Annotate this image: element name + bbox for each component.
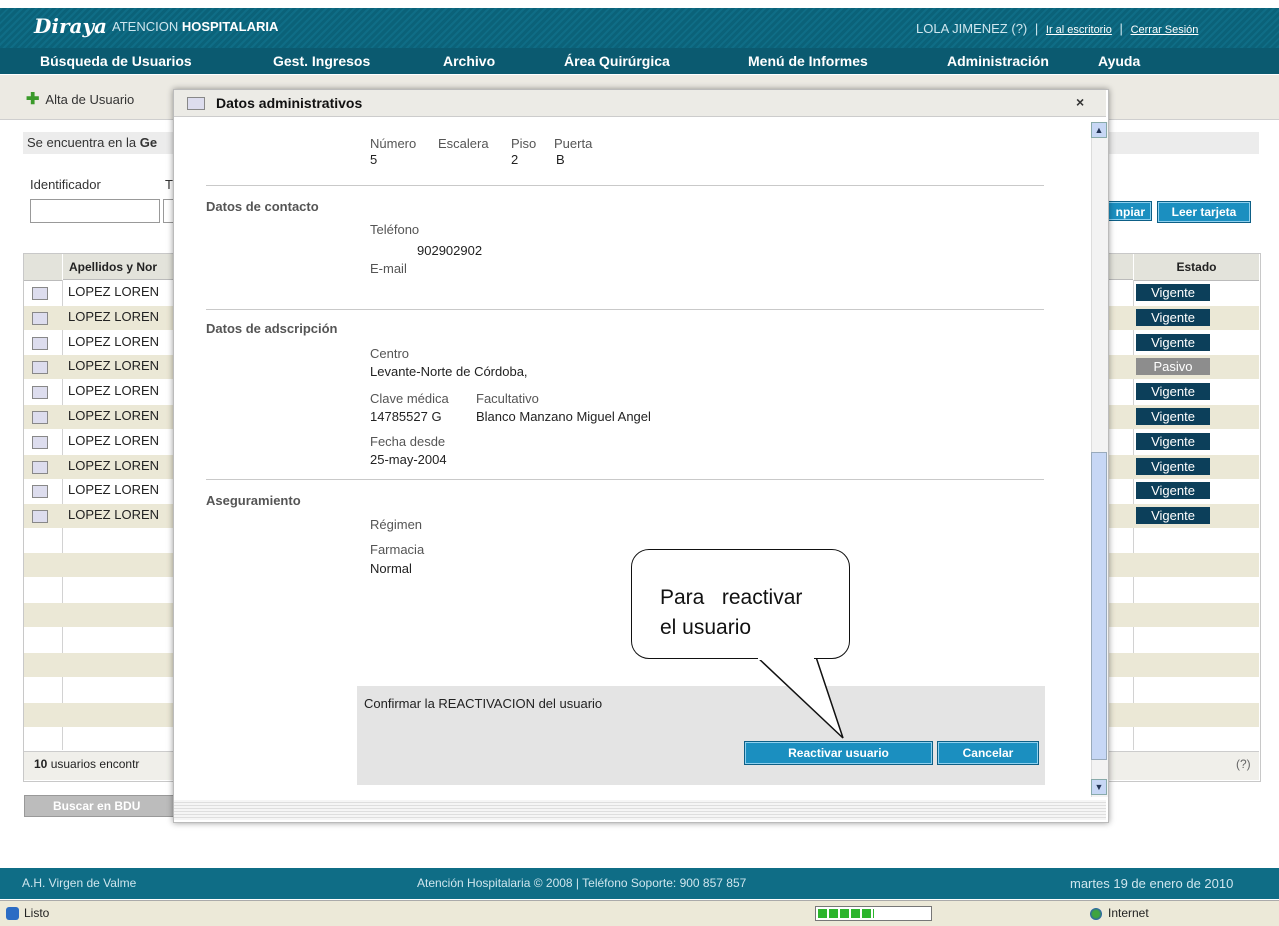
- callout-line-2: el usuario: [660, 616, 752, 639]
- callout-joint: [758, 654, 814, 660]
- callout-line-1: Para reactivar: [660, 586, 803, 609]
- callout-text: Para reactivar el usuario: [660, 583, 830, 643]
- callout-pointer: [755, 656, 844, 739]
